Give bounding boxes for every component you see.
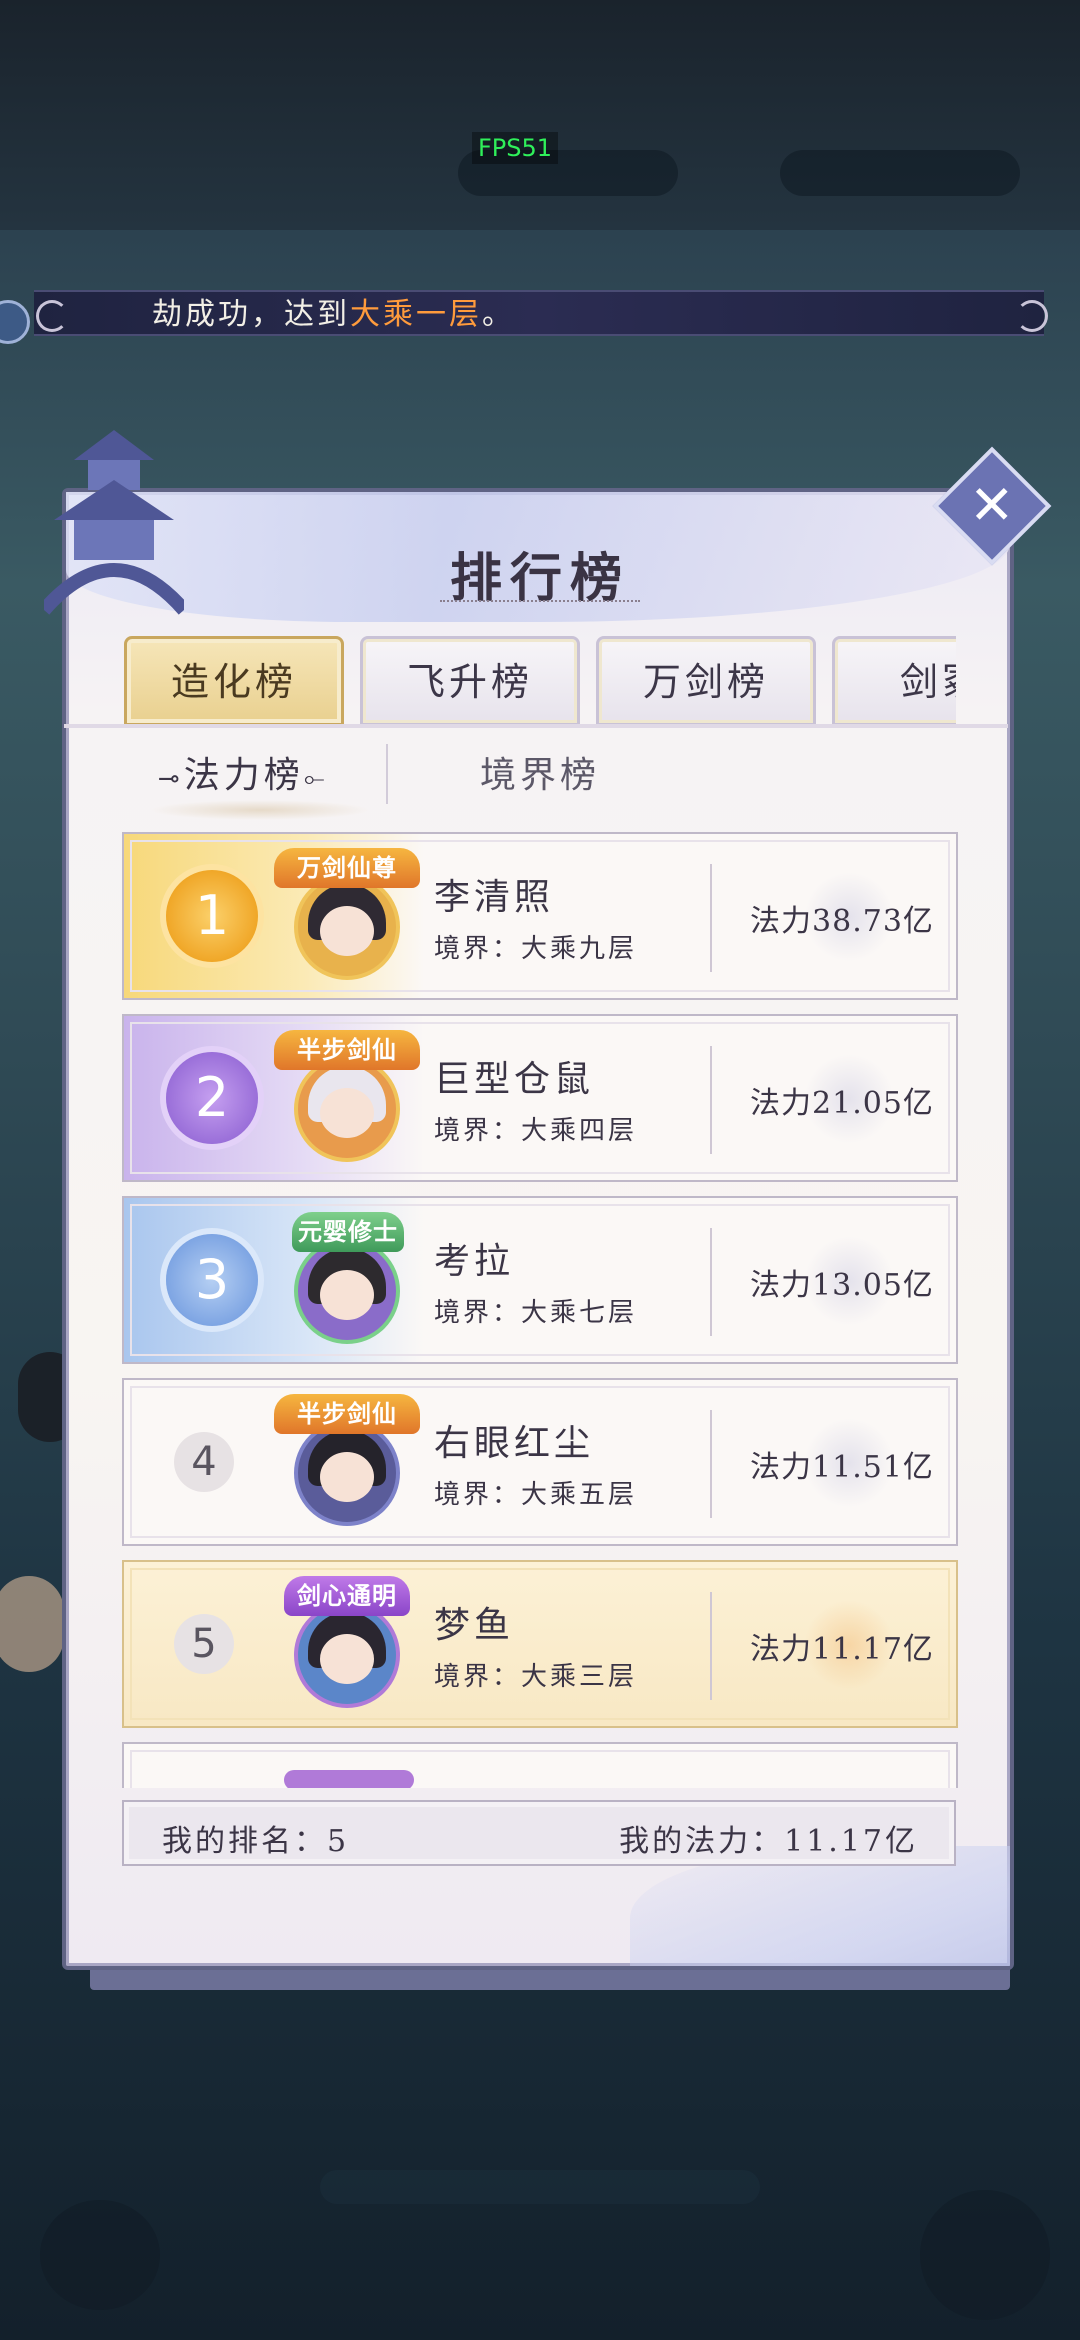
player-name: 考拉 [434,1241,515,1282]
ranking-row[interactable]: 1 万剑仙尊 李清照 境界：大乘九层 法力38.73亿 [122,832,958,1000]
row-divider [710,1592,712,1700]
player-power: 法力11.51亿 [750,1450,934,1485]
row-divider [710,1410,712,1518]
ranking-row[interactable]: 4 半步剑仙 右眼红尘 境界：大乘五层 法力11.51亿 [122,1378,958,1546]
player-avatar[interactable]: 元婴修士 [274,1212,420,1352]
player-avatar[interactable]: 万剑仙尊 [274,848,420,988]
player-power: 法力38.73亿 [750,904,934,939]
player-realm: 境界：大乘九层 [434,934,638,964]
ticker-highlight: 大乘一层 [350,297,482,332]
avatar-face [320,1270,374,1320]
rank-medal-purple-icon: 2 [166,1052,258,1144]
player-title-badge: 半步剑仙 [274,1394,420,1434]
player-name: 梦鱼 [434,1605,515,1646]
player-title-badge: 半步剑仙 [274,1030,420,1070]
avatar-face [320,1088,374,1138]
leaderboard-category-tabs: 造化榜 飞升榜 万剑榜 剑冢 [124,636,956,726]
ranking-list[interactable]: 1 万剑仙尊 李清照 境界：大乘九层 法力38.73亿 2 半步剑仙 巨型仓鼠 … [122,830,958,1788]
subtab-power[interactable]: ⊸法力榜⟜ [158,746,329,798]
player-power: 法力13.05亿 [750,1268,934,1303]
background-resource-slot [780,150,1020,196]
back-arrow-icon[interactable] [40,2200,160,2310]
subtab-active-glow [150,800,370,820]
rank-medal-blue-icon: 3 [166,1234,258,1326]
player-avatar[interactable]: 半步剑仙 [274,1030,420,1170]
background-bottom-hint [320,2170,760,2204]
avatar-face [320,906,374,956]
player-title-badge: 元婴修士 [292,1212,404,1252]
player-realm: 境界：大乘四层 [434,1116,638,1146]
player-name: 李清照 [434,877,555,918]
player-avatar[interactable]: 剑心通明 [274,1576,420,1716]
subtab-power-label: 法力榜 [183,755,304,796]
my-rank-label: 我的排名：5 [162,1824,350,1859]
ranking-row[interactable]: 3 元婴修士 考拉 境界：大乘七层 法力13.05亿 [122,1196,958,1364]
side-avatar-button[interactable] [0,1576,64,1672]
rank-number: 5 [174,1614,234,1674]
ranking-row[interactable]: 2 半步剑仙 巨型仓鼠 境界：大乘四层 法力21.05亿 [122,1014,958,1182]
subtab-right-ornament-icon: ⟜ [303,764,329,794]
ticker-suffix: 。 [482,297,515,332]
player-title-badge: 万剑仙尊 [274,848,420,888]
ticker-text: 劫成功，达到 [152,297,350,332]
player-power: 法力11.17亿 [750,1632,934,1667]
ticker-left-ornament-icon [36,300,68,332]
ranking-row[interactable] [122,1742,958,1788]
player-realm: 境界：大乘三层 [434,1662,638,1692]
my-rank-bar: 我的排名：5 我的法力：11.17亿 [122,1800,956,1866]
player-avatar[interactable]: 半步剑仙 [274,1394,420,1534]
tab-feisheng[interactable]: 飞升榜 [360,636,580,726]
subtab-realm[interactable]: 境界榜 [480,746,600,798]
subtab-left-ornament-icon: ⊸ [158,764,184,794]
player-name: 巨型仓鼠 [434,1059,595,1100]
ticker-right-ornament-icon [1016,300,1048,332]
ranking-row-self[interactable]: 5 剑心通明 梦鱼 境界：大乘三层 法力11.17亿 [122,1560,958,1728]
system-announcement-ticker: 劫成功，达到大乘一层。 [34,290,1044,336]
subtab-divider [386,744,388,804]
rank-number: 4 [174,1432,234,1492]
tab-zaohua[interactable]: 造化榜 [124,636,344,726]
title-underline-ornament [440,600,640,614]
row-divider [710,1046,712,1154]
row-divider [710,864,712,972]
tab-jianzhong[interactable]: 剑冢 [832,636,956,726]
fps-counter: FPS51 [472,132,559,164]
tab-wanjian[interactable]: 万剑榜 [596,636,816,726]
avatar-face [320,1634,374,1684]
bottom-right-menu-icon[interactable] [920,2190,1050,2320]
close-x-icon: ✕ [969,474,1015,537]
player-name: 右眼红尘 [434,1423,595,1464]
player-title-badge: 剑心通明 [284,1576,410,1616]
player-title-badge [284,1770,414,1788]
player-power: 法力21.05亿 [750,1086,934,1121]
avatar-face [320,1452,374,1502]
row-frame [130,1750,950,1788]
player-realm: 境界：大乘七层 [434,1298,638,1328]
player-realm: 境界：大乘五层 [434,1480,638,1510]
my-power-label: 我的法力：11.17亿 [619,1824,918,1859]
tabs-baseline [64,724,1008,728]
side-level-badge [0,300,30,344]
row-divider [710,1228,712,1336]
rank-medal-gold-icon: 1 [166,870,258,962]
